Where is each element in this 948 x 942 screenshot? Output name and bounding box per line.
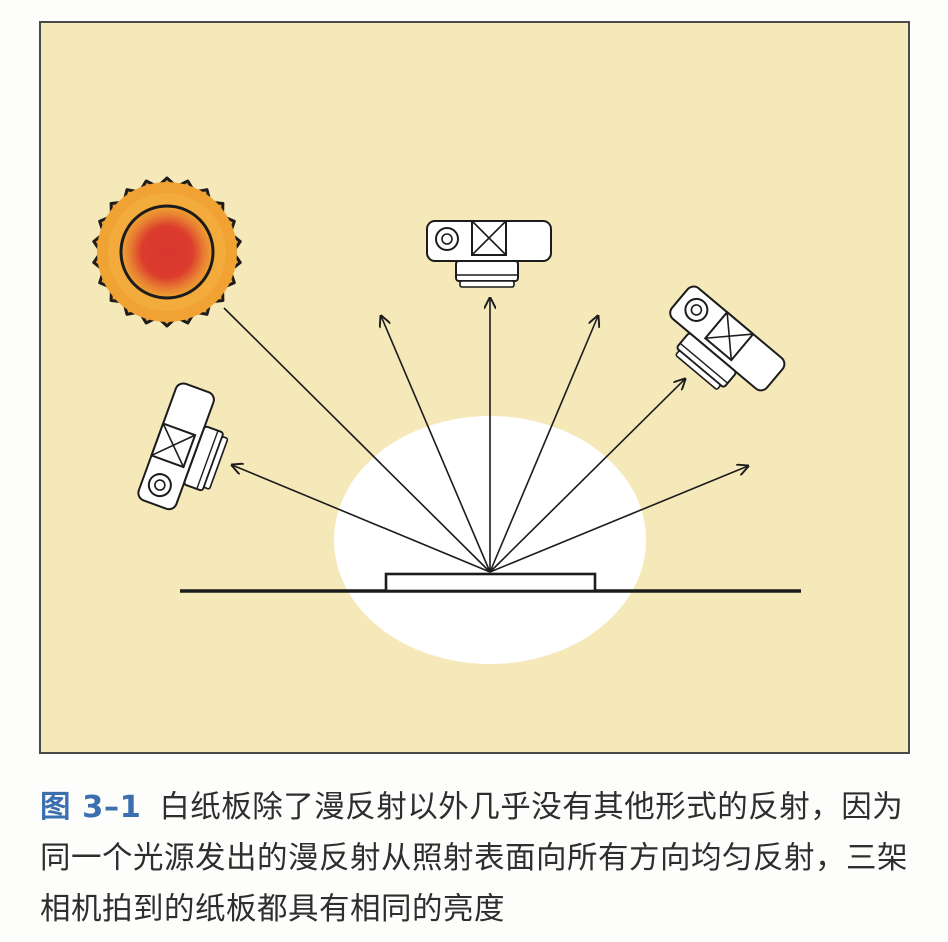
figure-caption-text: 白纸板除了漫反射以外几乎没有其他形式的反射，因为同一个光源发出的漫反射从照射表面… (40, 790, 908, 927)
white-paper-board (384, 572, 597, 593)
figure-label: 图 3–1 (40, 790, 142, 825)
diffuse-reflection-diagram (39, 21, 910, 754)
figure-caption: 图 3–1 白纸板除了漫反射以外几乎没有其他形式的反射，因为同一个光源发出的漫反射… (40, 782, 920, 935)
